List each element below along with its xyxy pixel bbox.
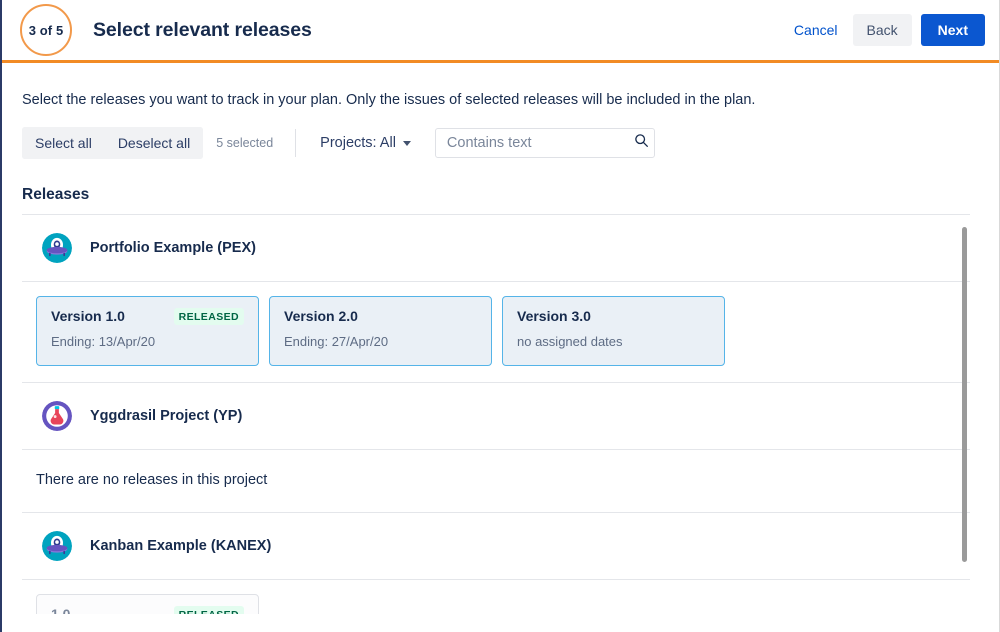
version-name: Version 3.0 <box>517 308 591 324</box>
search-icon <box>634 133 649 153</box>
version-card-group: 1.0RELEASEDno assigned dates <box>22 580 970 614</box>
toolbar-divider <box>295 129 297 157</box>
projects-filter-dropdown[interactable]: Projects: All <box>320 135 411 151</box>
version-name: Version 2.0 <box>284 308 358 324</box>
next-button[interactable]: Next <box>920 14 985 46</box>
step-indicator-badge: 3 of 5 <box>20 4 72 56</box>
ufo-avatar <box>42 233 72 263</box>
project-row[interactable]: Yggdrasil Project (YP) <box>22 383 970 449</box>
projects-filter-label: Projects: All <box>320 135 396 151</box>
releases-toolbar: Select all Deselect all 5 selected Proje… <box>2 110 999 159</box>
releases-section-title: Releases <box>22 186 90 203</box>
page-title: Select relevant releases <box>93 18 312 41</box>
project-row[interactable]: Portfolio Example (PEX) <box>22 215 970 281</box>
wizard-header: 3 of 5 Select relevant releases Cancel B… <box>2 0 999 63</box>
ufo-avatar <box>42 531 72 561</box>
version-card[interactable]: Version 1.0 RELEASED Ending: 13/Apr/20 <box>36 296 259 366</box>
releases-scrollbar[interactable] <box>958 214 970 614</box>
project-name: Portfolio Example (PEX) <box>90 240 256 256</box>
status-badge: RELEASED <box>173 308 244 325</box>
intro-description: Select the releases you want to track in… <box>22 92 756 108</box>
search-box[interactable] <box>434 128 655 158</box>
releases-scrollbar-thumb[interactable] <box>962 227 967 562</box>
empty-releases-message: There are no releases in this project <box>36 472 268 488</box>
select-toggle-group: Select all Deselect all <box>22 127 204 159</box>
version-card[interactable]: Version 3.0 no assigned dates <box>502 296 725 366</box>
version-card[interactable]: 1.0RELEASEDno assigned dates <box>36 594 259 614</box>
chevron-down-icon <box>402 140 411 146</box>
wizard-body: Select the releases you want to track in… <box>2 63 999 629</box>
project-name: Yggdrasil Project (YP) <box>90 408 243 424</box>
flask-avatar <box>42 401 72 431</box>
deselect-all-button[interactable]: Deselect all <box>104 127 204 159</box>
version-card-group: Version 1.0 RELEASED Ending: 13/Apr/20 Vers… <box>22 282 970 382</box>
select-all-button[interactable]: Select all <box>22 127 105 159</box>
wizard-window: 3 of 5 Select relevant releases Cancel B… <box>0 0 1000 632</box>
project-name: Kanban Example (KANEX) <box>90 538 272 554</box>
header-actions: Cancel Back Next <box>788 14 985 46</box>
search-input[interactable] <box>446 135 634 151</box>
releases-list: Portfolio Example (PEX) Version 1.0 RELEAS… <box>22 214 970 614</box>
status-badge: RELEASED <box>173 606 244 614</box>
project-row[interactable]: Kanban Example (KANEX) <box>22 513 970 579</box>
cancel-button[interactable]: Cancel <box>788 14 844 46</box>
version-dates: no assigned dates <box>517 334 623 349</box>
selected-count-label: 5 selected <box>216 136 274 150</box>
version-card[interactable]: Version 2.0 Ending: 27/Apr/20 <box>269 296 492 366</box>
version-dates: Ending: 13/Apr/20 <box>51 334 156 349</box>
back-button[interactable]: Back <box>852 14 912 46</box>
releases-list-content: Portfolio Example (PEX) Version 1.0 RELEAS… <box>22 214 970 614</box>
version-dates: Ending: 27/Apr/20 <box>284 334 389 349</box>
